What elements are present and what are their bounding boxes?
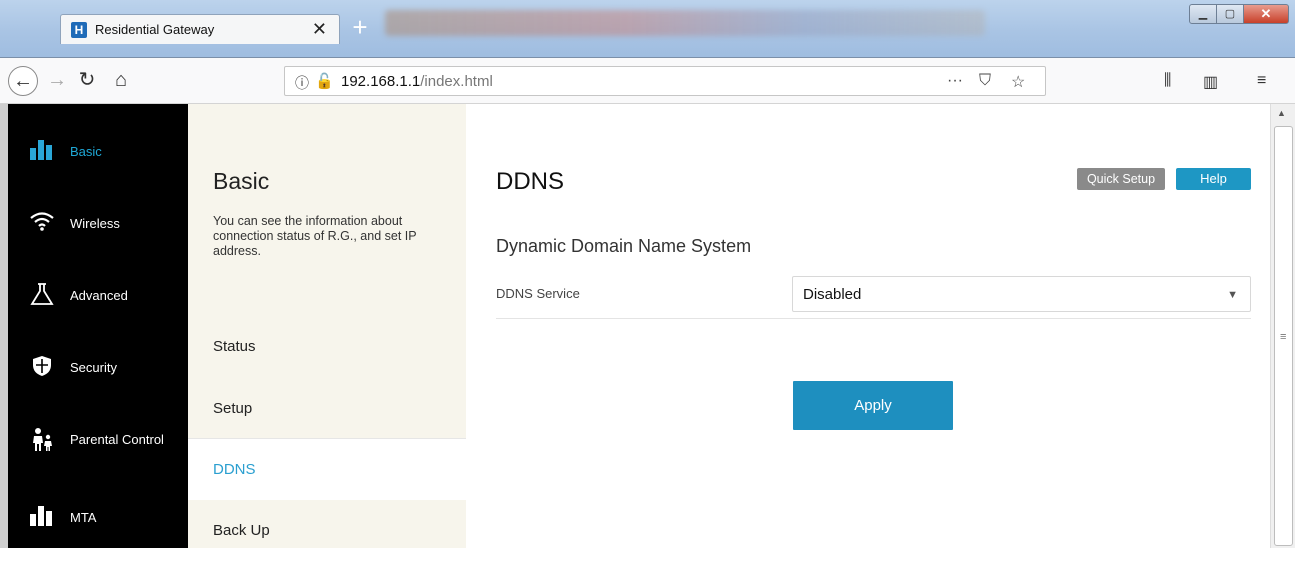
sidebar-item-label: Basic: [70, 144, 102, 159]
ddns-service-value: Disabled: [803, 286, 862, 303]
scroll-up-icon[interactable]: ▲: [1277, 108, 1286, 118]
submenu-item-backup[interactable]: Back Up: [188, 500, 466, 562]
menu-icon[interactable]: ≡: [1257, 72, 1266, 90]
submenu-item-status[interactable]: Status: [188, 316, 466, 378]
bar-chart-icon: [28, 138, 56, 164]
flask-icon: [28, 282, 56, 308]
url-host: 192.168.1.1: [341, 73, 421, 90]
background-tabs: [385, 10, 985, 36]
url-path: /index.html: [420, 73, 493, 90]
apply-button[interactable]: Apply: [793, 381, 953, 430]
sidebar-item-label: Security: [70, 360, 117, 375]
submenu-description: You can see the information about connec…: [213, 214, 417, 258]
sidebar-item-wireless[interactable]: Wireless: [28, 210, 188, 240]
new-tab-button[interactable]: +: [344, 14, 376, 42]
submenu-item-label: Status: [213, 338, 256, 355]
sidebar-toggle-icon[interactable]: ▥: [1203, 72, 1218, 92]
section-heading: Dynamic Domain Name System: [496, 236, 752, 256]
help-button[interactable]: Help: [1176, 168, 1251, 190]
sidebar-item-mta[interactable]: MTA: [28, 504, 188, 534]
chevron-down-icon: ▼: [1227, 289, 1238, 301]
grip-icon: ≡: [1280, 331, 1287, 343]
insecure-lock-icon[interactable]: 🔓: [315, 72, 334, 90]
submenu-title: Basic: [213, 168, 270, 194]
sidebar-item-label: MTA: [70, 510, 97, 525]
submenu-item-label: Back Up: [213, 522, 270, 539]
main-content: DDNS Quick Setup Help Dynamic Domain Nam…: [466, 104, 1270, 548]
library-icon[interactable]: ⫼: [1164, 72, 1171, 90]
ddns-service-label: DDNS Service: [496, 286, 580, 301]
bookmark-star-icon[interactable]: ☆: [1011, 72, 1025, 92]
address-bar[interactable]: ⓘ 🔓 192.168.1.1/index.html ··· ⛉ ☆: [284, 66, 1046, 96]
sidebar-item-label: Advanced: [70, 288, 128, 303]
mta-icon: [28, 504, 56, 530]
shield-icon: [28, 354, 56, 380]
divider: [496, 318, 1251, 319]
browser-navbar: ← → ↻ ⌂ ⓘ 🔓 192.168.1.1/index.html ··· ⛉…: [0, 58, 1295, 104]
home-icon[interactable]: ⌂: [106, 66, 136, 96]
close-window-button[interactable]: ✕: [1243, 4, 1289, 24]
family-icon: [28, 426, 56, 452]
scrollbar-thumb[interactable]: ≡: [1274, 126, 1293, 546]
tab-title: Residential Gateway: [95, 22, 215, 37]
minimize-button[interactable]: ▁: [1189, 4, 1217, 24]
submenu-panel: Basic You can see the information about …: [188, 104, 466, 548]
browser-tab[interactable]: H Residential Gateway ✕: [60, 14, 340, 44]
submenu-item-label: DDNS: [213, 461, 256, 478]
submenu-item-setup[interactable]: Setup: [188, 378, 466, 440]
wifi-icon: [28, 210, 56, 236]
sidebar-item-label: Wireless: [70, 216, 120, 231]
page-title: DDNS: [496, 168, 565, 195]
main-sidebar: Basic Wireless Advanced Security Parenta…: [0, 104, 188, 548]
submenu-item-label: Setup: [213, 400, 253, 417]
submenu-item-ddns[interactable]: DDNS: [188, 438, 466, 500]
sidebar-item-security[interactable]: Security: [28, 354, 188, 384]
favicon-icon: H: [71, 22, 87, 38]
sidebar-item-advanced[interactable]: Advanced: [28, 282, 188, 312]
window-controls: ▁ ▢ ✕: [1189, 4, 1289, 26]
browser-titlebar: H Residential Gateway ✕ + ▁ ▢ ✕: [0, 0, 1295, 58]
quick-setup-button[interactable]: Quick Setup: [1077, 168, 1165, 190]
page-actions-icon[interactable]: ···: [947, 72, 963, 90]
back-arrow-icon[interactable]: ←: [8, 66, 38, 96]
maximize-button[interactable]: ▢: [1216, 4, 1244, 24]
sidebar-item-parental-control[interactable]: Parental Control: [28, 426, 188, 456]
ddns-service-select[interactable]: Disabled ▼: [792, 276, 1251, 312]
reload-icon[interactable]: ↻: [72, 66, 102, 96]
url-text[interactable]: 192.168.1.1/index.html: [341, 73, 493, 90]
sidebar-item-basic[interactable]: Basic: [28, 138, 188, 168]
forward-arrow-icon[interactable]: →: [42, 66, 72, 96]
pocket-icon[interactable]: ⛉: [979, 72, 991, 90]
info-icon[interactable]: ⓘ: [295, 73, 309, 93]
tab-close-icon[interactable]: ✕: [312, 19, 327, 40]
sidebar-edge: [0, 104, 8, 548]
sidebar-item-label: Parental Control: [70, 432, 164, 447]
vertical-scrollbar[interactable]: ▲ ≡: [1270, 104, 1295, 548]
